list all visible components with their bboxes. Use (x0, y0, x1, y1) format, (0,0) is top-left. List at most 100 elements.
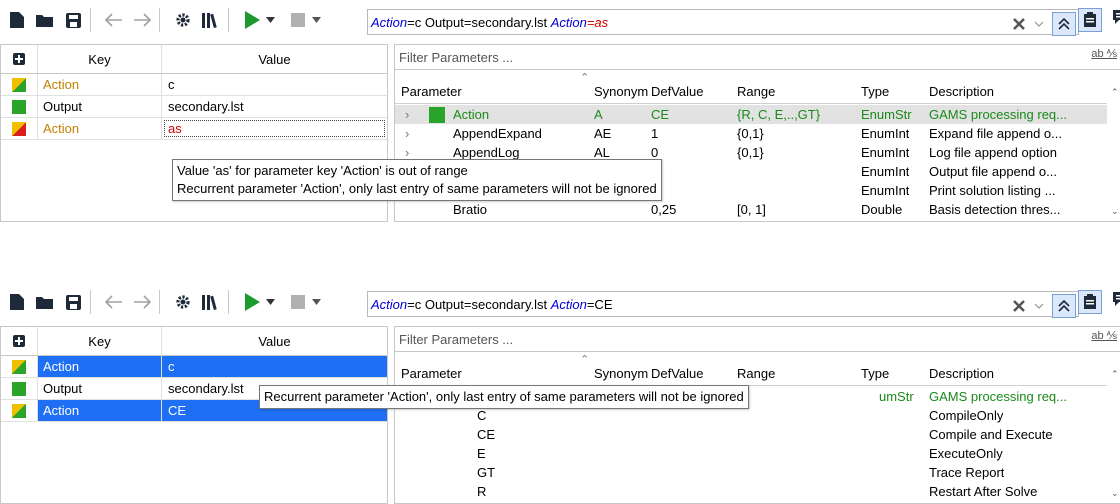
clear-icon[interactable] (1012, 299, 1026, 313)
table-header: Key Value (1, 327, 387, 356)
param-type-partial: umStr (879, 389, 914, 404)
value-cell[interactable]: secondary.lst (162, 96, 387, 117)
enum-value-row[interactable]: CE Compile and Execute (395, 425, 1107, 444)
run-dropdown-icon[interactable] (265, 9, 275, 31)
collapse-toggle-icon[interactable] (1052, 294, 1076, 318)
param-name: Bratio (453, 202, 487, 217)
value-column-header[interactable]: Value (162, 327, 387, 355)
key-cell[interactable]: Action (38, 356, 162, 377)
new-file-icon[interactable] (6, 9, 28, 31)
clear-filter-icon[interactable]: ab ⅍ (1091, 330, 1117, 342)
expand-chevron-icon[interactable]: › (405, 105, 409, 124)
param-description: Basis detection thres... (929, 202, 1061, 217)
table-header: Key Value (1, 45, 387, 74)
add-row-icon[interactable] (1, 45, 38, 73)
value-cell-editing[interactable]: as (162, 118, 387, 139)
value-cell[interactable]: c (162, 356, 387, 377)
scroll-down-icon[interactable]: ⌄ (1111, 488, 1119, 499)
header-defvalue[interactable]: DefValue (651, 361, 704, 385)
clipboard-icon[interactable] (1078, 290, 1102, 314)
scroll-up-icon[interactable]: ⌃ (1111, 369, 1119, 380)
toolbar-separator (228, 8, 229, 32)
option-editor-bottom: Action=c Output=secondary.lst Action=CE … (0, 282, 1120, 504)
table-row[interactable]: Action c (1, 356, 387, 378)
parameter-row[interactable]: Bratio 0,25 [0, 1] Double Basis detectio… (395, 200, 1107, 219)
stop-dropdown-icon[interactable] (311, 291, 321, 313)
header-range[interactable]: Range (737, 361, 775, 385)
clear-filter-icon[interactable]: ab ⅍ (1091, 48, 1117, 60)
header-parameter[interactable]: Parameter (401, 361, 462, 385)
vertical-scrollbar[interactable]: ⌃ ⌄ (1109, 79, 1120, 219)
key-cell[interactable]: Action (38, 74, 162, 95)
settings-gear-icon[interactable] (172, 291, 194, 313)
forward-arrow-icon[interactable] (131, 9, 153, 31)
open-folder-icon[interactable] (34, 9, 56, 31)
key-column-header[interactable]: Key (38, 327, 162, 355)
key-cell[interactable]: Output (38, 96, 162, 117)
enum-value: CE (477, 427, 496, 442)
stop-dropdown-icon[interactable] (311, 9, 321, 31)
forward-arrow-icon[interactable] (131, 291, 153, 313)
header-type[interactable]: Type (861, 361, 889, 385)
key-cell[interactable]: Action (38, 400, 162, 421)
save-icon[interactable] (62, 291, 84, 313)
run-icon[interactable] (241, 9, 263, 31)
header-synonym[interactable]: Synonym (594, 361, 648, 385)
header-description[interactable]: Description (929, 361, 994, 385)
param-name: AppendExpand (453, 126, 542, 141)
run-dropdown-icon[interactable] (265, 291, 275, 313)
add-row-icon[interactable] (1, 327, 38, 355)
back-arrow-icon[interactable] (103, 291, 125, 313)
header-parameter[interactable]: Parameter (401, 79, 462, 103)
header-type[interactable]: Type (861, 79, 889, 103)
param-type: Double (861, 202, 903, 217)
save-icon[interactable] (62, 9, 84, 31)
back-arrow-icon[interactable] (103, 9, 125, 31)
table-row[interactable]: Action c (1, 74, 387, 96)
enum-value-row[interactable]: E ExecuteOnly (395, 444, 1107, 463)
settings-gear-icon[interactable] (172, 9, 194, 31)
key-cell[interactable]: Action (38, 118, 162, 139)
command-line-input[interactable]: Action=c Output=secondary.lst Action=CE (367, 291, 1079, 318)
open-folder-icon[interactable] (34, 291, 56, 313)
table-row[interactable]: Action as (1, 118, 387, 140)
command-line-input[interactable]: Action=c Output=secondary.lst Action=as (367, 9, 1079, 36)
value-column-header[interactable]: Value (162, 45, 387, 73)
history-dropdown-icon[interactable] (1034, 20, 1044, 28)
vertical-scrollbar[interactable]: ⌃ ⌄ (1109, 361, 1120, 501)
message-icon[interactable] (1112, 8, 1120, 26)
library-icon[interactable] (200, 291, 222, 313)
value-editor[interactable]: as (164, 120, 385, 137)
clipboard-icon[interactable] (1078, 8, 1102, 32)
run-icon[interactable] (241, 291, 263, 313)
collapse-toggle-icon[interactable] (1052, 12, 1076, 36)
key-cell[interactable]: Output (38, 378, 162, 399)
stop-icon[interactable] (287, 291, 309, 313)
param-type: EnumInt (861, 183, 910, 198)
enum-value-row[interactable]: GT Trace Report (395, 463, 1107, 482)
header-description[interactable]: Description (929, 79, 994, 103)
table-row[interactable]: Output secondary.lst (1, 96, 387, 118)
value-cell[interactable]: c (162, 74, 387, 95)
expand-chevron-icon[interactable]: › (405, 124, 409, 143)
history-dropdown-icon[interactable] (1034, 302, 1044, 310)
header-defvalue[interactable]: DefValue (651, 79, 704, 103)
clear-icon[interactable] (1012, 17, 1026, 31)
new-file-icon[interactable] (6, 291, 28, 313)
message-icon[interactable] (1112, 290, 1120, 308)
right-toolbar: ? (1078, 290, 1120, 314)
library-icon[interactable] (200, 9, 222, 31)
key-column-header[interactable]: Key (38, 45, 162, 73)
scroll-up-icon[interactable]: ⌃ (1111, 87, 1119, 98)
header-range[interactable]: Range (737, 79, 775, 103)
parameter-row[interactable]: › Action A CE {R, C, E,..,GT} EnumStr GA… (395, 105, 1107, 124)
enum-value-row[interactable]: R Restart After Solve (395, 482, 1107, 501)
scroll-down-icon[interactable]: ⌄ (1111, 206, 1119, 217)
filter-input[interactable]: Filter Parameters ... ab ⅍ (395, 327, 1120, 352)
parameter-row[interactable]: › AppendExpand AE 1 {0,1} EnumInt Expand… (395, 124, 1107, 143)
filter-placeholder: Filter Parameters ... (399, 331, 514, 347)
stop-icon[interactable] (287, 9, 309, 31)
filter-input[interactable]: Filter Parameters ... ab ⅍ (395, 45, 1120, 70)
command-line-text: Action=c Output=secondary.lst Action=as (368, 15, 608, 30)
header-synonym[interactable]: Synonym (594, 79, 648, 103)
